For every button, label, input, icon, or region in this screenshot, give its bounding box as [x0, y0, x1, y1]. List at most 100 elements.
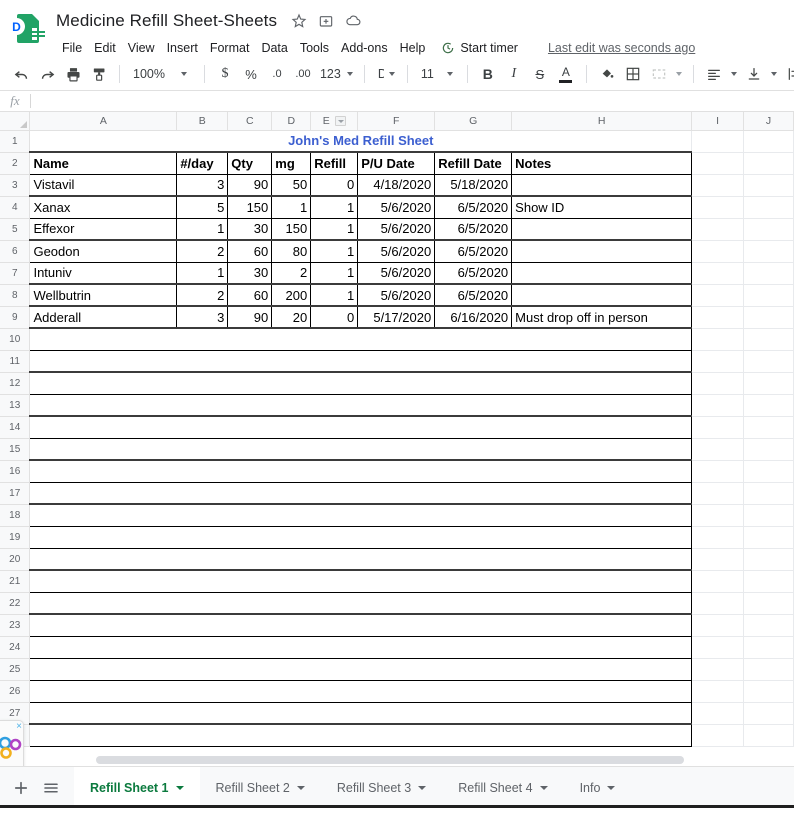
cell-i3[interactable] — [691, 173, 745, 197]
cell-j[interactable] — [743, 393, 794, 417]
select-all-corner[interactable] — [0, 112, 31, 131]
cell-i[interactable] — [691, 415, 745, 439]
cell-j[interactable] — [743, 657, 794, 681]
cell-mg[interactable]: 50 — [271, 173, 312, 197]
cell-pu-date[interactable]: 5/6/2020 — [357, 283, 436, 307]
zoom-chevron-down-icon[interactable] — [171, 61, 197, 87]
cell-perday[interactable]: 2 — [176, 239, 229, 263]
empty-row-block[interactable] — [29, 679, 693, 703]
column-header-b[interactable]: B — [176, 112, 229, 131]
sheet-title-cell[interactable]: John's Med Refill Sheet — [30, 130, 692, 152]
empty-row-block[interactable] — [29, 415, 693, 439]
last-edit-status[interactable]: Last edit was seconds ago — [548, 41, 695, 55]
row-header-24[interactable]: 24 — [0, 635, 31, 659]
start-timer-button[interactable]: Start timer — [437, 39, 522, 57]
cell-notes[interactable]: Show ID — [511, 195, 693, 219]
cell-i8[interactable] — [691, 283, 745, 307]
sheet-tab-info[interactable]: Info — [564, 767, 632, 809]
cell-j[interactable] — [743, 635, 794, 659]
cell-mg[interactable]: 200 — [271, 283, 312, 307]
cell-pu-date[interactable]: 5/6/2020 — [357, 195, 436, 219]
sheet-tab-refill-sheet-3[interactable]: Refill Sheet 3 — [321, 767, 442, 809]
cell-refill-date[interactable]: 6/5/2020 — [434, 217, 513, 241]
cell-j[interactable] — [743, 459, 794, 483]
cell-j[interactable] — [743, 415, 794, 439]
row-header-11[interactable]: 11 — [0, 349, 31, 373]
cell-name[interactable]: Wellbutrin — [29, 283, 178, 307]
row-header-18[interactable]: 18 — [0, 503, 31, 527]
cell-name[interactable]: Intuniv — [29, 261, 178, 285]
cell-j[interactable] — [743, 481, 794, 505]
row-header-1[interactable]: 1 — [0, 129, 31, 153]
menu-file[interactable]: File — [56, 39, 88, 57]
row-header-7[interactable]: 7 — [0, 261, 31, 285]
row-header-19[interactable]: 19 — [0, 525, 31, 549]
empty-row-block[interactable] — [29, 459, 693, 483]
sheet-tab-refill-sheet-1[interactable]: Refill Sheet 1 — [74, 766, 200, 809]
cell-j5[interactable] — [743, 217, 794, 241]
cell-i[interactable] — [691, 459, 745, 483]
cell-qty[interactable]: 30 — [227, 217, 273, 241]
empty-row-block[interactable] — [29, 569, 693, 593]
column-header-f[interactable]: F — [357, 112, 436, 131]
cell-refill[interactable]: 1 — [310, 261, 359, 285]
cell-j4[interactable] — [743, 195, 794, 219]
cell-pu-date[interactable]: 5/17/2020 — [357, 305, 436, 329]
cell-refill[interactable]: 0 — [310, 305, 359, 329]
header-cell-refill[interactable]: Refill — [310, 151, 359, 175]
fill-color-icon[interactable] — [594, 61, 620, 87]
cell-j[interactable] — [743, 437, 794, 461]
menu-view[interactable]: View — [122, 39, 161, 57]
cell-notes[interactable] — [511, 239, 693, 263]
cloud-saved-icon[interactable] — [345, 13, 361, 29]
cell-i[interactable] — [691, 371, 745, 395]
cell-pu-date[interactable]: 5/6/2020 — [357, 239, 436, 263]
empty-row-block[interactable] — [29, 547, 693, 571]
empty-row-block[interactable] — [29, 591, 693, 615]
row-header-16[interactable]: 16 — [0, 459, 31, 483]
cell-j[interactable] — [743, 723, 794, 747]
cell-qty[interactable]: 150 — [227, 195, 273, 219]
cell-j[interactable] — [743, 569, 794, 593]
cell-mg[interactable]: 150 — [271, 217, 312, 241]
column-header-e[interactable]: E — [310, 112, 359, 131]
cell-i5[interactable] — [691, 217, 745, 241]
all-sheets-icon[interactable] — [36, 773, 66, 803]
cell-i[interactable] — [691, 437, 745, 461]
cell-notes[interactable] — [511, 261, 693, 285]
cell-perday[interactable]: 2 — [176, 283, 229, 307]
merge-cells-icon[interactable] — [646, 61, 672, 87]
row-header-6[interactable]: 6 — [0, 239, 31, 263]
bold-button[interactable]: B — [475, 61, 501, 87]
cell-pu-date[interactable]: 5/6/2020 — [357, 217, 436, 241]
empty-row-block[interactable] — [29, 349, 693, 373]
cell-perday[interactable]: 3 — [176, 173, 229, 197]
add-sheet-icon[interactable] — [6, 773, 36, 803]
accessibility-rings-icon[interactable] — [0, 735, 23, 766]
strikethrough-button[interactable]: S — [527, 61, 553, 87]
row-header-3[interactable]: 3 — [0, 173, 31, 197]
empty-row-block[interactable] — [29, 481, 693, 505]
empty-row-block[interactable] — [29, 635, 693, 659]
cell-perday[interactable]: 3 — [176, 305, 229, 329]
column-header-h[interactable]: H — [511, 112, 693, 131]
cell-i2[interactable] — [691, 151, 745, 175]
cell-j8[interactable] — [743, 283, 794, 307]
cell-refill-date[interactable]: 6/5/2020 — [434, 261, 513, 285]
cell-j[interactable] — [743, 547, 794, 571]
empty-row-block[interactable] — [29, 393, 693, 417]
row-header-13[interactable]: 13 — [0, 393, 31, 417]
chevron-down-icon[interactable] — [296, 785, 305, 790]
cell-j1[interactable] — [743, 129, 794, 153]
close-icon[interactable]: × — [16, 722, 22, 732]
header-cell-qty[interactable]: Qty — [227, 151, 273, 175]
cell-refill[interactable]: 1 — [310, 195, 359, 219]
cell-name[interactable]: Effexor — [29, 217, 178, 241]
cell-j[interactable] — [743, 503, 794, 527]
cell-pu-date[interactable]: 4/18/2020 — [357, 173, 436, 197]
borders-icon[interactable] — [620, 61, 646, 87]
cell-i[interactable] — [691, 701, 745, 725]
cell-refill-date[interactable]: 6/5/2020 — [434, 239, 513, 263]
column-header-c[interactable]: C — [227, 112, 273, 131]
text-color-button[interactable]: A — [553, 61, 579, 87]
